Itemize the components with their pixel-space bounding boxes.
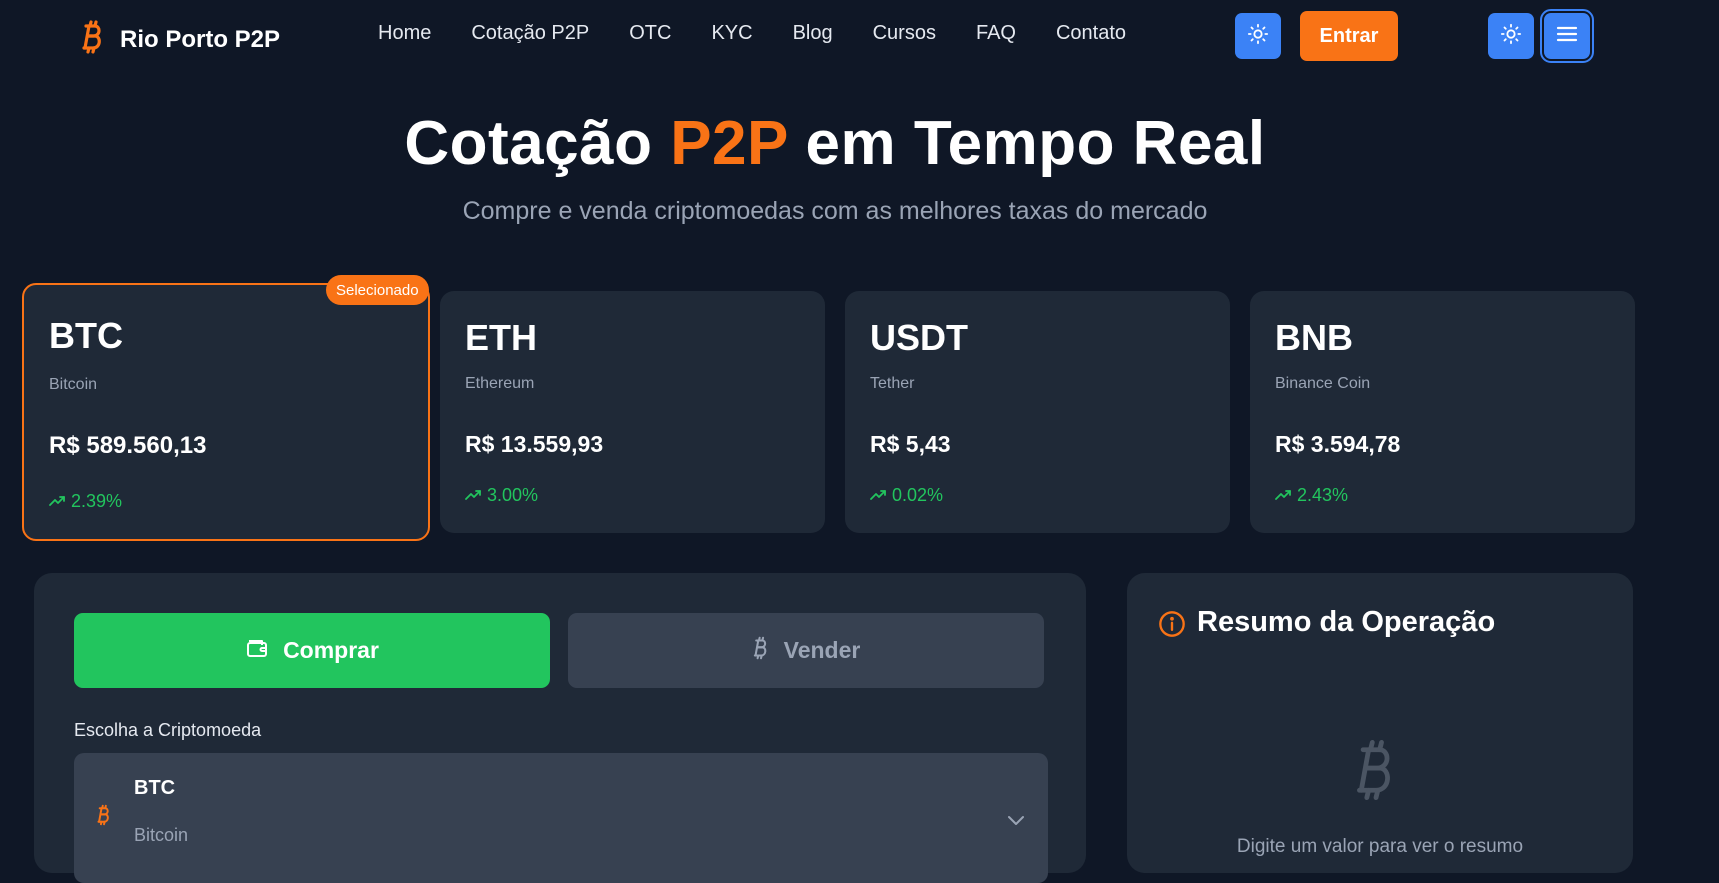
nav-kyc[interactable]: KYC <box>711 22 752 45</box>
login-button[interactable]: Entrar <box>1300 11 1398 61</box>
nav-contato[interactable]: Contato <box>1056 22 1126 45</box>
coin-card-bnb[interactable]: BNB Binance Coin R$ 3.594,78 2.43% <box>1250 291 1635 533</box>
buy-tab-button[interactable]: Comprar <box>74 613 550 688</box>
trending-up-icon <box>870 485 886 506</box>
summary-title: Resumo da Operação <box>1197 606 1496 638</box>
coin-price: R$ 589.560,13 <box>49 432 207 459</box>
selected-crypto-symbol: BTC <box>134 777 176 799</box>
sun-icon <box>1247 23 1269 50</box>
page-subtitle: Compre e venda criptomoedas com as melho… <box>462 197 1208 225</box>
crypto-select[interactable]: BTC Bitcoin <box>74 753 1048 883</box>
bitcoin-icon <box>1352 735 1400 810</box>
coin-name: Ethereum <box>465 375 535 392</box>
coin-card-usdt[interactable]: USDT Tether R$ 5,43 0.02% <box>845 291 1230 533</box>
nav-faq[interactable]: FAQ <box>976 22 1016 45</box>
nav-otc[interactable]: OTC <box>629 22 671 45</box>
nav-blog[interactable]: Blog <box>793 22 833 45</box>
brand-logo[interactable]: Rio Porto P2P <box>80 18 280 61</box>
sell-tab-button[interactable]: Vender <box>568 613 1044 688</box>
coin-price: R$ 3.594,78 <box>1275 431 1401 457</box>
coin-change: 3.00% <box>465 485 538 506</box>
theme-toggle-button[interactable] <box>1235 13 1281 59</box>
theme-toggle-mobile-button[interactable] <box>1488 13 1534 59</box>
trending-up-icon <box>1275 485 1291 506</box>
wallet-icon <box>245 636 269 666</box>
header: Rio Porto P2P Home Cotação P2P OTC KYC B… <box>0 0 1719 72</box>
bitcoin-icon <box>96 803 112 832</box>
coin-name: Bitcoin <box>49 376 98 393</box>
page-title: Cotação P2P em Tempo Real <box>404 109 1266 178</box>
coin-change: 2.39% <box>49 491 122 512</box>
chevron-down-icon <box>1006 813 1026 832</box>
coin-name: Tether <box>870 375 915 392</box>
bitcoin-icon <box>80 18 106 61</box>
crypto-select-label: Escolha a Criptomoeda <box>74 720 262 740</box>
coin-name: Binance Coin <box>1275 375 1371 392</box>
menu-button[interactable] <box>1540 9 1594 63</box>
summary-panel: Resumo da Operação Digite um valor para … <box>1127 573 1633 873</box>
brand-name: Rio Porto P2P <box>120 25 281 53</box>
selected-badge: Selecionado <box>326 275 429 305</box>
hamburger-icon <box>1555 22 1579 51</box>
coin-card-eth[interactable]: ETH Ethereum R$ 13.559,93 3.00% <box>440 291 825 533</box>
coin-price: R$ 13.559,93 <box>465 431 604 457</box>
nav-cursos[interactable]: Cursos <box>873 22 936 45</box>
sun-icon <box>1500 23 1522 50</box>
coin-symbol: BNB <box>1275 317 1353 358</box>
nav-home[interactable]: Home <box>378 22 431 45</box>
selected-crypto-name: Bitcoin <box>134 825 189 845</box>
coin-symbol: ETH <box>465 317 537 358</box>
main-nav: Home Cotação P2P OTC KYC Blog Cursos FAQ… <box>378 22 1166 45</box>
coin-symbol: BTC <box>49 315 123 356</box>
trending-up-icon <box>465 485 481 506</box>
nav-cotacao-p2p[interactable]: Cotação P2P <box>471 22 589 45</box>
coin-price: R$ 5,43 <box>870 431 951 457</box>
info-icon <box>1158 610 1186 643</box>
trending-up-icon <box>49 491 65 512</box>
bitcoin-icon <box>752 635 770 667</box>
coin-change: 2.43% <box>1275 485 1348 506</box>
coin-change: 0.02% <box>870 485 943 506</box>
coin-symbol: USDT <box>870 317 968 358</box>
trade-panel: Comprar Vender Escolha a Criptomoeda BTC… <box>34 573 1086 883</box>
coin-card-btc[interactable]: Selecionado BTC Bitcoin R$ 589.560,13 2.… <box>22 275 430 541</box>
